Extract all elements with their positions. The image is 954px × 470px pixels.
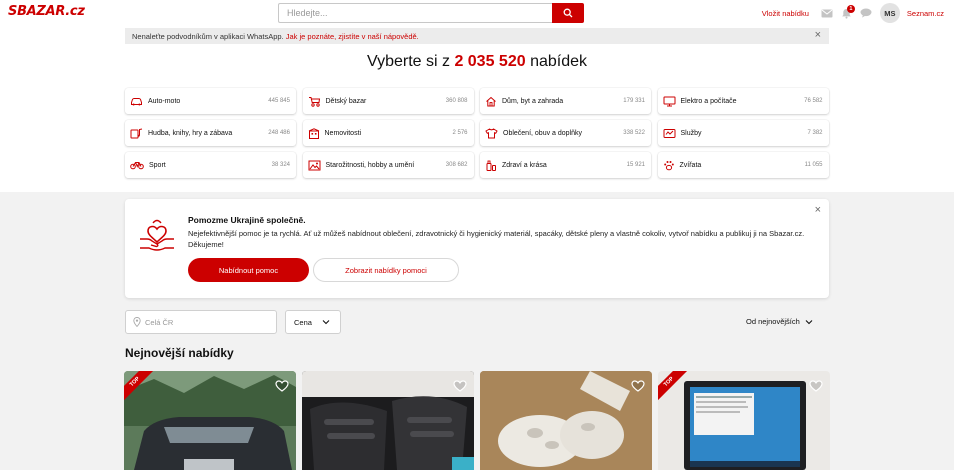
category-nemovitosti[interactable]: Nemovitosti 2 576 xyxy=(302,120,474,146)
category-hudba-knihy-hry[interactable]: Hudba, knihy, hry a zábava 248 486 xyxy=(125,120,296,146)
offer-count: 2 035 520 xyxy=(454,53,526,70)
notification-badge: 1 xyxy=(846,4,855,13)
search-icon xyxy=(563,8,573,18)
close-icon[interactable]: × xyxy=(815,204,821,216)
seznam-link[interactable]: Seznam.cz xyxy=(907,9,944,18)
bell-icon[interactable]: 1 xyxy=(841,4,855,19)
services-icon xyxy=(663,128,675,138)
listing-card-sandals[interactable] xyxy=(302,371,474,470)
car-photo xyxy=(124,371,296,470)
monitor-icon xyxy=(663,96,675,106)
slippers-photo xyxy=(480,371,652,470)
chat-icon[interactable] xyxy=(860,8,872,18)
listing-card-slippers[interactable] xyxy=(480,371,652,470)
bicycle-icon xyxy=(130,162,144,170)
heart-icon[interactable] xyxy=(275,380,289,392)
heart-icon[interactable] xyxy=(453,380,467,392)
location-placeholder: Celá ČR xyxy=(145,317,174,327)
price-filter-dropdown[interactable]: Cena xyxy=(285,310,341,334)
notice-text: Nenaleťte podvodníkům v aplikaci WhatsAp… xyxy=(132,32,284,41)
chevron-down-icon xyxy=(805,319,813,324)
sbazar-logo[interactable]: SBAZAR.cz xyxy=(8,4,85,19)
show-help-offers-button[interactable]: Zobrazit nabídky pomoci xyxy=(313,258,459,282)
category-sluzby[interactable]: Služby 7 382 xyxy=(657,120,829,146)
banner-title: Pomozme Ukrajině společně. xyxy=(188,215,306,225)
page-headline: Vyberte si z 2 035 520 nabídek xyxy=(366,53,588,70)
heart-icon[interactable] xyxy=(809,380,823,392)
category-sport[interactable]: Sport 38 324 xyxy=(125,152,296,178)
category-grid: Auto-moto 445 845 Dětský bazar 360 808 D… xyxy=(125,88,829,178)
price-label: Cena xyxy=(294,317,312,327)
section-title: Nejnovější nabídky xyxy=(125,346,234,360)
header-actions: Vložit nabídku 1 MS Seznam.cz xyxy=(762,0,944,26)
close-icon[interactable]: × xyxy=(815,29,821,41)
sort-dropdown[interactable]: Od nejnovějších xyxy=(746,317,813,326)
category-dum-byt-zahrada[interactable]: Dům, byt a zahrada 179 331 xyxy=(480,88,651,114)
chevron-down-icon xyxy=(322,320,330,325)
whatsapp-notice: Nenaleťte podvodníkům v aplikaci WhatsAp… xyxy=(125,28,829,44)
search-input[interactable] xyxy=(278,3,553,23)
search-bar xyxy=(278,3,584,23)
category-detsky-bazar[interactable]: Dětský bazar 360 808 xyxy=(302,88,474,114)
paw-icon xyxy=(663,160,674,170)
laptop-photo xyxy=(658,371,830,470)
category-starozitnosti-hobby[interactable]: Starožitnosti, hobby a umění 308 682 xyxy=(302,152,474,178)
sort-label: Od nejnovějších xyxy=(746,317,800,326)
listing-card-car[interactable]: TOP xyxy=(124,371,296,470)
sandals-photo xyxy=(302,371,474,470)
notice-help-link[interactable]: Jak je poznáte, zjistíte v naší nápovědě… xyxy=(286,32,419,41)
categories-section: Nenaleťte podvodníkům v aplikaci WhatsAp… xyxy=(0,26,954,192)
car-icon xyxy=(131,98,142,106)
music-book-icon xyxy=(130,128,143,138)
category-auto-moto[interactable]: Auto-moto 445 845 xyxy=(125,88,296,114)
stroller-icon xyxy=(308,96,320,107)
category-zdravi-krasa[interactable]: Zdraví a krása 15 921 xyxy=(480,152,651,178)
top-header: SBAZAR.cz Vložit nabídku 1 MS Seznam.cz xyxy=(0,0,954,26)
category-elektro-pocitace[interactable]: Elektro a počítače 76 582 xyxy=(657,88,829,114)
location-field[interactable]: Celá ČR xyxy=(125,310,277,334)
category-obleceni-obuv[interactable]: Oblečení, obuv a doplňky 338 522 xyxy=(480,120,651,146)
offer-help-button[interactable]: Nabídnout pomoc xyxy=(188,258,309,282)
post-ad-link[interactable]: Vložit nabídku xyxy=(762,9,809,18)
listing-card-laptop[interactable]: TOP xyxy=(658,371,830,470)
house-icon xyxy=(486,96,496,106)
heart-icon[interactable] xyxy=(631,380,645,392)
location-pin-icon xyxy=(133,317,141,327)
ukraine-help-banner: Pomozme Ukrajině společně. Nejefektivněj… xyxy=(125,199,829,298)
painting-icon xyxy=(308,160,320,170)
cosmetics-icon xyxy=(486,160,496,171)
mail-icon[interactable] xyxy=(821,9,833,18)
tshirt-icon xyxy=(485,127,498,138)
helping-hands-icon xyxy=(140,219,174,251)
category-zvirata[interactable]: Zvířata 11 055 xyxy=(657,152,829,178)
search-button[interactable] xyxy=(552,3,584,23)
building-icon xyxy=(308,127,319,139)
banner-text: Nejefektivnější pomoc je ta rychlá. Ať u… xyxy=(188,229,805,249)
user-avatar[interactable]: MS xyxy=(879,3,900,23)
